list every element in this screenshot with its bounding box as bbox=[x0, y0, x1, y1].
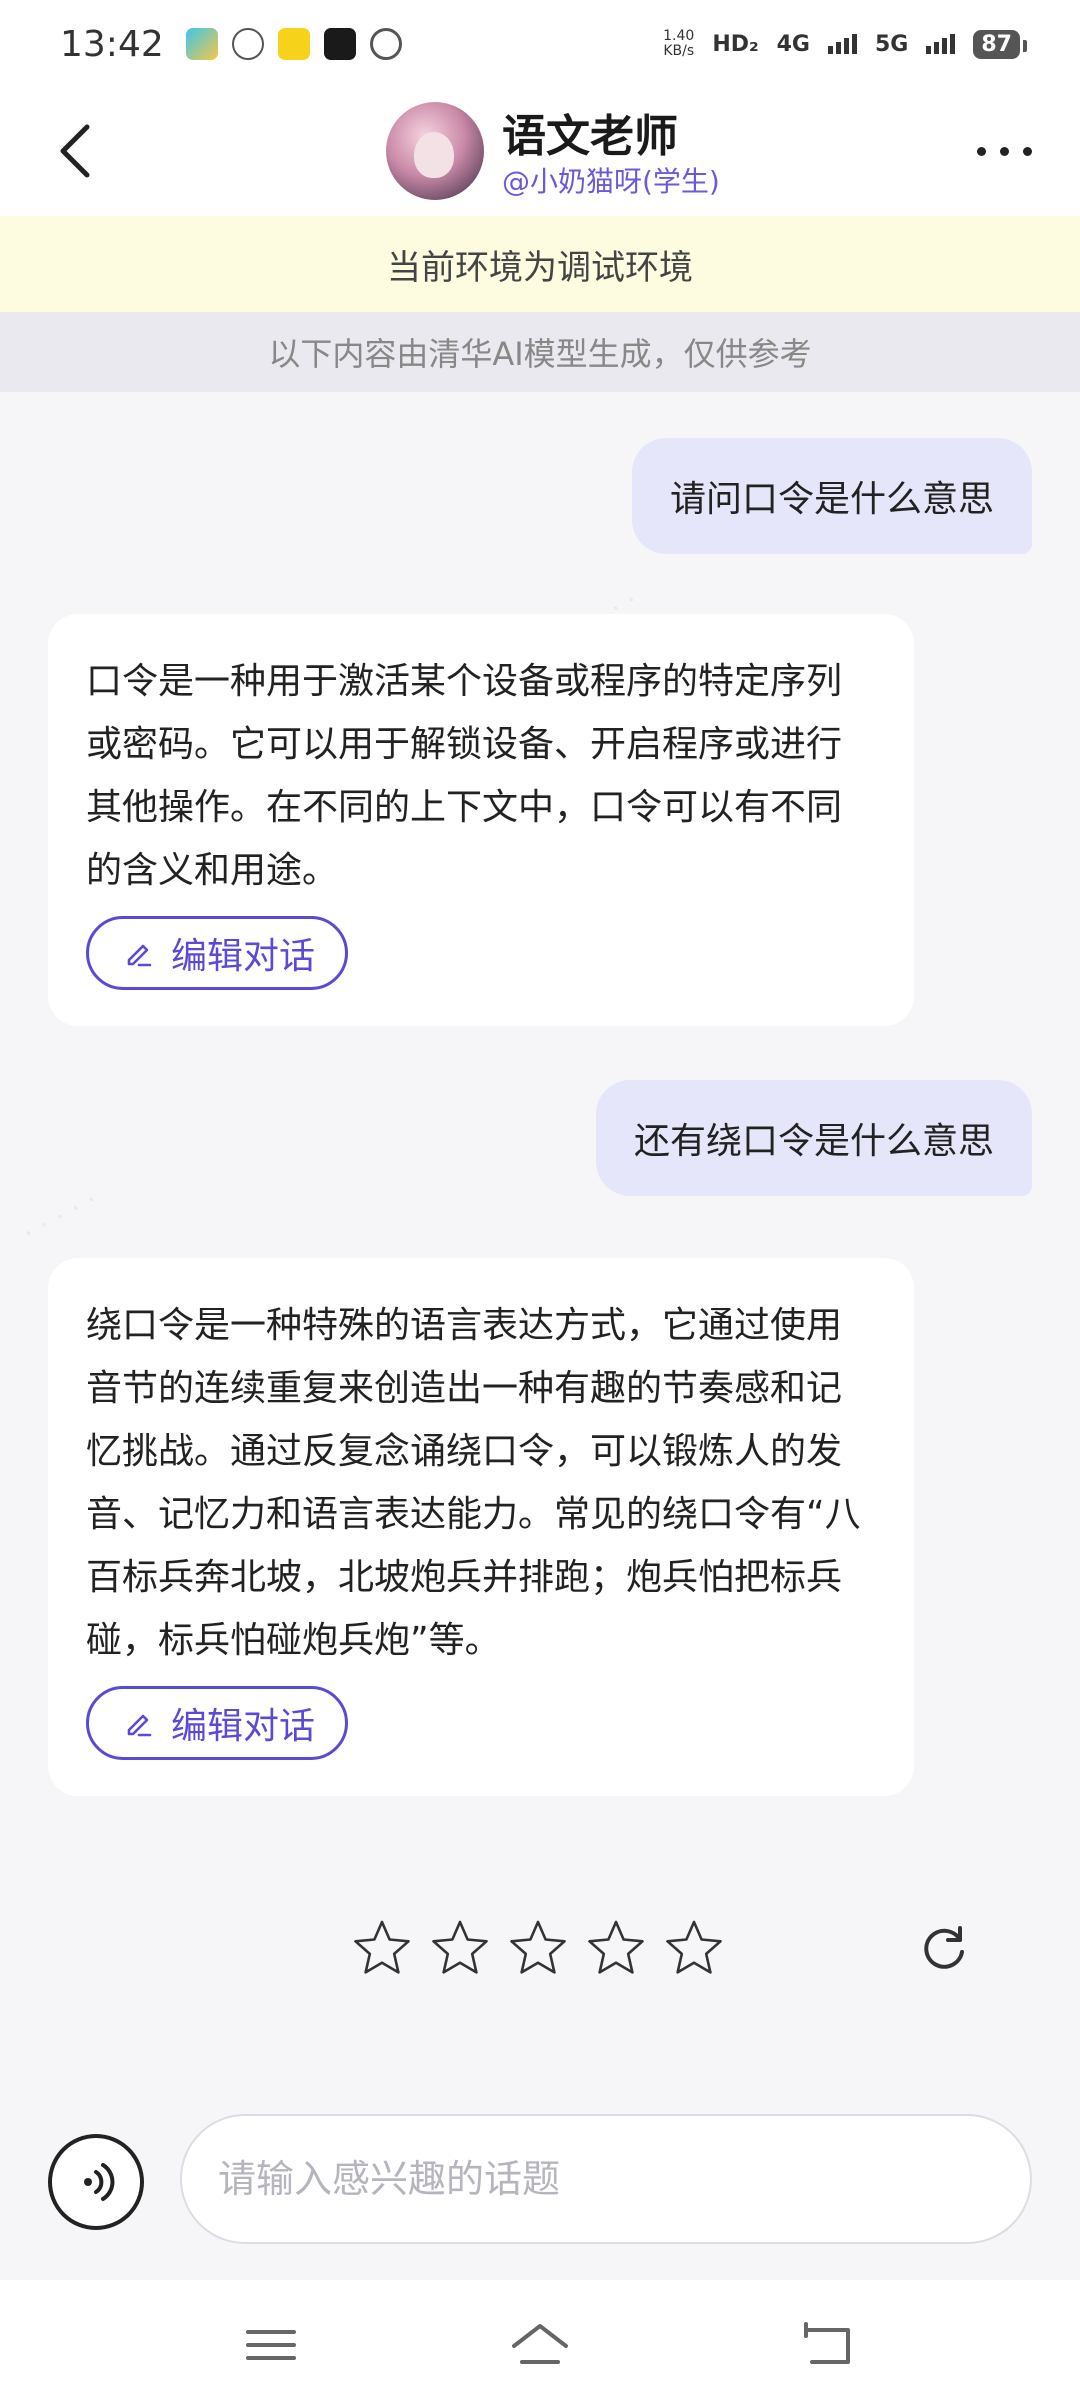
wechat-icon bbox=[231, 28, 264, 60]
star-icon[interactable] bbox=[352, 1918, 412, 1978]
avatar[interactable] bbox=[386, 102, 484, 200]
hd-icon: HD₂ bbox=[712, 31, 759, 57]
dot-icon bbox=[1022, 146, 1032, 156]
star-icon[interactable] bbox=[586, 1918, 646, 1978]
edit-dialog-button[interactable]: 编辑对话 bbox=[86, 916, 349, 990]
signal-icon-2 bbox=[926, 34, 956, 54]
pencil-icon bbox=[127, 944, 152, 967]
gallery-app-icon bbox=[185, 28, 218, 60]
ai-disclaimer: 以下内容由清华AI模型生成，仅供参考 bbox=[0, 312, 1080, 392]
star-icon[interactable] bbox=[664, 1918, 724, 1978]
environment-banner: 当前环境为调试环境 bbox=[0, 216, 1080, 312]
user-message: 还有绕口令是什么意思 bbox=[595, 1080, 1032, 1196]
status-time: 13:42 bbox=[60, 23, 164, 65]
user-message: 请问口令是什么意思 bbox=[631, 438, 1032, 554]
network-4g: 4G bbox=[776, 31, 810, 57]
bot-message: 口令是一种用于激活某个设备或程序的特定序列或密码。它可以用于解锁设备、开启程序或… bbox=[48, 614, 914, 1026]
chat-header: 语文老师 @小奶猫呀(学生) bbox=[0, 88, 1080, 216]
net-speed: 1.40 KB/s bbox=[663, 28, 695, 59]
chevron-left-icon bbox=[60, 124, 90, 178]
voice-icon bbox=[84, 2163, 115, 2201]
rating-stars bbox=[352, 1918, 724, 1978]
topic-input[interactable] bbox=[218, 2157, 978, 2201]
edit-dialog-label: 编辑对话 bbox=[171, 1706, 316, 1747]
topic-input-container bbox=[180, 2114, 1032, 2244]
status-right: 1.40 KB/s HD₂ 4G 5G 87 bbox=[663, 28, 1027, 59]
status-bar: 13:42 1.40 KB/s HD₂ 4G 5G 87 bbox=[0, 0, 1080, 88]
network-5g: 5G bbox=[875, 31, 909, 57]
star-icon[interactable] bbox=[430, 1918, 490, 1978]
page-title: 语文老师 bbox=[502, 111, 678, 162]
edit-dialog-button[interactable]: 编辑对话 bbox=[86, 1686, 349, 1760]
refresh-icon[interactable] bbox=[916, 1920, 972, 1976]
browser-icon bbox=[369, 28, 402, 60]
signal-icon bbox=[828, 34, 857, 54]
back-button[interactable] bbox=[40, 116, 110, 186]
notification-icons bbox=[185, 28, 402, 60]
more-options-button[interactable] bbox=[964, 126, 1044, 176]
voice-input-button[interactable] bbox=[48, 2134, 144, 2230]
system-nav-bar bbox=[0, 2280, 1080, 2408]
battery-icon: 87 bbox=[973, 29, 1027, 59]
dot-icon bbox=[976, 146, 986, 156]
edit-dialog-label: 编辑对话 bbox=[171, 936, 316, 977]
message-text: 请问口令是什么意思 bbox=[669, 479, 994, 520]
watermark: · · · · · bbox=[16, 1183, 104, 1250]
pencil-icon bbox=[127, 1714, 152, 1737]
star-icon[interactable] bbox=[508, 1918, 568, 1978]
message-text: 绕口令是一种特殊的语言表达方式，它通过使用音节的连续重复来创造出一种有趣的节奏感… bbox=[86, 1305, 861, 1661]
kuaishou-icon bbox=[277, 28, 310, 60]
message-text: 口令是一种用于激活某个设备或程序的特定序列或密码。它可以用于解锁设备、开启程序或… bbox=[86, 661, 843, 891]
tiktok-icon bbox=[323, 28, 356, 60]
back-nav-icon[interactable] bbox=[798, 2320, 858, 2370]
page-subtitle[interactable]: @小奶猫呀(学生) bbox=[502, 160, 720, 200]
bot-message: 绕口令是一种特殊的语言表达方式，它通过使用音节的连续重复来创造出一种有趣的节奏感… bbox=[48, 1258, 914, 1796]
home-icon[interactable] bbox=[510, 2320, 570, 2370]
dot-icon bbox=[999, 146, 1009, 156]
menu-icon[interactable] bbox=[242, 2320, 302, 2370]
message-text: 还有绕口令是什么意思 bbox=[633, 1121, 994, 1162]
